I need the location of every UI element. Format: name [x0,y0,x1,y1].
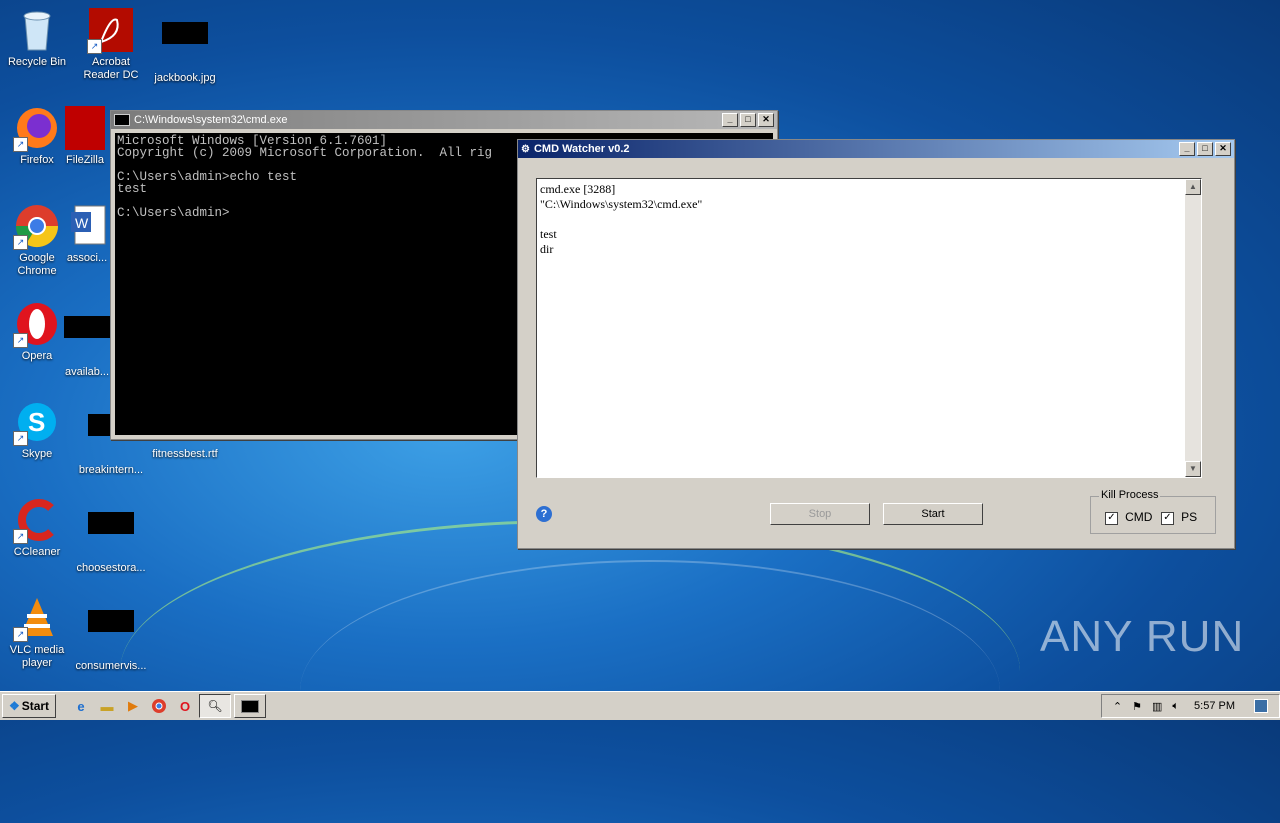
chrome-taskbar-icon[interactable] [148,695,170,717]
recycle-bin-icon [13,6,61,54]
minimize-button[interactable]: _ [722,113,738,127]
close-button[interactable]: ✕ [1215,142,1231,156]
acrobat-icon: ↗ [87,6,135,54]
stop-button[interactable]: Stop [770,503,870,525]
image-file-icon [161,22,209,70]
magnifier-icon: 🔍︎ [207,699,223,713]
shortcut-arrow-icon: ↗ [13,333,28,348]
firefox-icon: ↗ [13,104,61,152]
vertical-scrollbar[interactable]: ▲ ▼ [1185,179,1201,477]
watcher-log-textbox[interactable]: cmd.exe [3288] "C:\Windows\system32\cmd.… [536,178,1202,478]
desktop-icon-label: CCleaner [13,546,61,558]
desktop-icon-acrobat[interactable]: ↗ Acrobat Reader DC [74,6,148,82]
cmd-checkbox[interactable]: ✓ CMD [1105,510,1152,525]
desktop-icon-label: consumervis... [75,660,147,672]
cmd-app-icon [114,114,130,126]
desktop-icon-choosestora[interactable]: choosestora... [74,496,148,575]
taskbar: ❖ Start e ▬ ▶ O 🔍︎ ⌃ ⚑ ▥ 🔈︎ 5:57 PM [0,691,1280,720]
console-icon [241,699,259,713]
cmd-taskbar-button[interactable] [234,694,266,718]
checkmark-icon: ✓ [1161,511,1174,525]
kill-process-label: Kill Process [1099,489,1161,501]
maximize-button[interactable]: □ [740,113,756,127]
system-tray: ⌃ ⚑ ▥ 🔈︎ 5:57 PM [1100,694,1280,718]
show-hidden-icons[interactable]: ⌃ [1113,700,1122,713]
opera-taskbar-icon[interactable]: O [174,695,196,717]
start-label: Start [21,699,50,713]
shortcut-arrow-icon: ↗ [13,235,28,250]
desktop-icon-label: VLC media player [9,644,65,669]
desktop-icon-label: choosestora... [76,562,146,574]
cmd-checkbox-label: CMD [1125,510,1153,524]
cmd-watcher-window[interactable]: ⚙ CMD Watcher v0.2 _ □ ✕ cmd.exe [3288] … [517,139,1235,549]
help-icon[interactable]: ? [536,506,552,522]
volume-icon[interactable]: 🔈︎ [1172,700,1179,713]
shortcut-arrow-icon: ↗ [13,529,28,544]
media-player-icon[interactable]: ▶ [122,695,144,717]
cmd-title: C:\Windows\system32\cmd.exe [134,114,288,126]
desktop-icon-skype[interactable]: S ↗ Skype [0,398,74,461]
desktop-icon-vlc[interactable]: ↗ VLC media player [0,594,74,670]
scroll-up-icon[interactable]: ▲ [1185,179,1201,195]
desktop-icon-label: FileZilla [66,154,104,166]
desktop-icon-label: fitnessbest.rtf [152,448,218,460]
file-icon [87,610,135,658]
desktop-icon-label: availab... [64,366,110,378]
desktop-icon-label: Recycle Bin [7,56,67,68]
shortcut-arrow-icon: ↗ [13,627,28,642]
cmd-titlebar[interactable]: C:\Windows\system32\cmd.exe _ □ ✕ [111,111,777,129]
scroll-down-icon[interactable]: ▼ [1185,461,1201,477]
desktop-icon-filezilla[interactable]: FileZilla [60,104,110,167]
kill-process-group: Kill Process ✓ CMD ✓ PS [1090,489,1216,534]
ps-checkbox[interactable]: ✓ PS [1161,510,1197,525]
skype-icon: S ↗ [13,398,61,446]
close-button[interactable]: ✕ [758,113,774,127]
watcher-log-text: cmd.exe [3288] "C:\Windows\system32\cmd.… [540,182,703,256]
vlc-icon: ↗ [13,594,61,642]
internet-explorer-icon[interactable]: e [70,695,92,717]
filezilla-icon [61,104,109,152]
shortcut-arrow-icon: ↗ [13,137,28,152]
desktop-icon-label: breakintern... [78,464,144,476]
clock[interactable]: 5:57 PM [1194,700,1235,712]
explorer-folder-icon[interactable]: ▬ [96,695,118,717]
file-icon [87,512,135,560]
shortcut-arrow-icon: ↗ [13,431,28,446]
watcher-titlebar[interactable]: ⚙ CMD Watcher v0.2 _ □ ✕ [518,140,1234,158]
maximize-button[interactable]: □ [1197,142,1213,156]
desktop-icon-label: Acrobat Reader DC [83,56,139,81]
chrome-icon: ↗ [13,202,61,250]
watcher-title: CMD Watcher v0.2 [533,143,630,155]
windows-logo-icon: ❖ [8,699,20,713]
cmd-watcher-taskbar-button[interactable]: 🔍︎ [199,694,231,718]
desktop-icon-consumervis[interactable]: consumervis... [74,594,148,673]
desktop-icon-recycle-bin[interactable]: Recycle Bin [0,6,74,69]
network-icon[interactable]: ▥ [1152,700,1162,713]
svg-text:W: W [75,215,89,231]
start-button[interactable]: ❖ Start [2,694,56,718]
desktop-icon-ccleaner[interactable]: ↗ CCleaner [0,496,74,559]
anyrun-watermark: ANY RUN [1040,612,1245,661]
ps-checkbox-label: PS [1181,510,1198,524]
start-button[interactable]: Start [883,503,983,525]
minimize-button[interactable]: _ [1179,142,1195,156]
word-doc-icon: W [63,202,111,250]
desktop-icon-associ[interactable]: W associ... [62,202,112,265]
ccleaner-icon: ↗ [13,496,61,544]
show-desktop-button[interactable] [1254,699,1268,713]
desktop-icon-availab[interactable]: availab... [62,300,112,379]
file-icon [63,316,111,364]
svg-text:S: S [28,407,45,437]
desktop-icon-label: Skype [21,448,53,460]
desktop-icon-label: jackbook.jpg [154,72,216,84]
watcher-app-icon: ⚙ [521,143,530,155]
desktop-icon-jackbook[interactable]: jackbook.jpg [148,6,222,85]
flag-icon[interactable]: ⚑ [1132,700,1142,713]
checkmark-icon: ✓ [1105,511,1118,525]
opera-icon: ↗ [13,300,61,348]
desktop-icon-label: associ... [66,252,108,264]
shortcut-arrow-icon: ↗ [87,39,102,54]
